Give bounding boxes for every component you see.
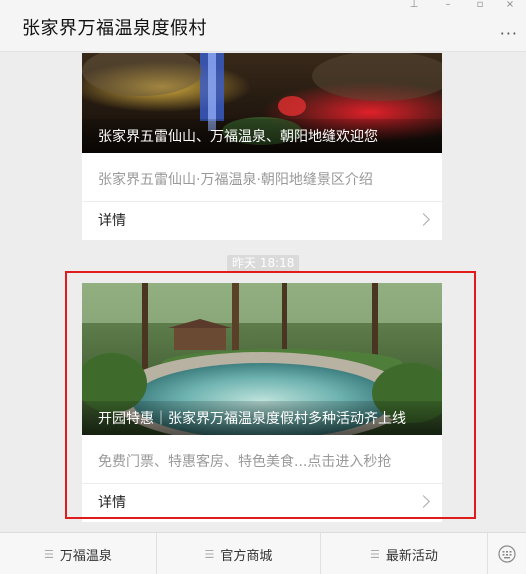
timestamp-badge: 昨天 18:18 — [227, 255, 300, 272]
close-icon[interactable]: × — [500, 0, 520, 10]
menu-item-official-mall[interactable]: ☰ 官方商城 — [157, 533, 321, 574]
article-card-2[interactable]: 开园特惠｜张家界万福温泉度假村多种活动齐上线 免费门票、特惠客房、特色美食...… — [82, 283, 442, 522]
detail-label: 详情 — [98, 213, 126, 229]
article-title-2: 开园特惠｜张家界万福温泉度假村多种活动齐上线 — [82, 401, 442, 435]
detail-label: 详情 — [98, 495, 126, 511]
minimize-icon[interactable]: – — [438, 0, 458, 10]
menu-item-wanfu-hot-spring[interactable]: ☰ 万福温泉 — [0, 533, 157, 574]
chevron-right-icon — [417, 495, 430, 508]
menu-item-latest-activities[interactable]: ☰ 最新活动 — [321, 533, 488, 574]
chevron-right-icon — [417, 213, 430, 226]
more-options-icon[interactable]: ··· — [500, 24, 518, 43]
menu-list-icon: ☰ — [370, 547, 380, 561]
article-cover-1[interactable]: 张家界五雷仙山、万福温泉、朝阳地缝欢迎您 — [82, 53, 442, 153]
message-feed[interactable]: 张家界五雷仙山、万福温泉、朝阳地缝欢迎您 张家界五雷仙山·万福温泉·朝阳地缝景区… — [0, 53, 526, 532]
article-cover-2[interactable]: 开园特惠｜张家界万福温泉度假村多种活动齐上线 — [82, 283, 442, 435]
article-card-1[interactable]: 张家界五雷仙山、万福温泉、朝阳地缝欢迎您 张家界五雷仙山·万福温泉·朝阳地缝景区… — [82, 53, 442, 240]
article-digest-1: 张家界五雷仙山·万福温泉·朝阳地缝景区介绍 — [82, 153, 442, 202]
menu-item-label: 最新活动 — [385, 548, 438, 564]
bottom-menu-bar: ☰ 万福温泉 ☰ 官方商城 ☰ 最新活动 — [0, 532, 526, 574]
page-title: 张家界万福温泉度假村 — [22, 18, 207, 39]
title-bar: ⊥ – ▫ × 张家界万福温泉度假村 ··· — [0, 0, 526, 52]
menu-item-label: 官方商城 — [220, 548, 273, 564]
keyboard-icon[interactable] — [488, 533, 526, 574]
article-title-1: 张家界五雷仙山、万福温泉、朝阳地缝欢迎您 — [82, 119, 442, 153]
menu-list-icon: ☰ — [204, 547, 215, 561]
article-detail-link-1[interactable]: 详情 — [82, 202, 442, 240]
maximize-icon[interactable]: ▫ — [470, 0, 490, 10]
menu-list-icon: ☰ — [44, 547, 54, 561]
pin-icon[interactable]: ⊥ — [404, 0, 424, 10]
article-detail-link-2[interactable]: 详情 — [82, 484, 442, 522]
menu-item-label: 万福温泉 — [59, 548, 112, 564]
article-digest-2: 免费门票、特惠客房、特色美食...点击进入秒抢 — [82, 435, 442, 484]
